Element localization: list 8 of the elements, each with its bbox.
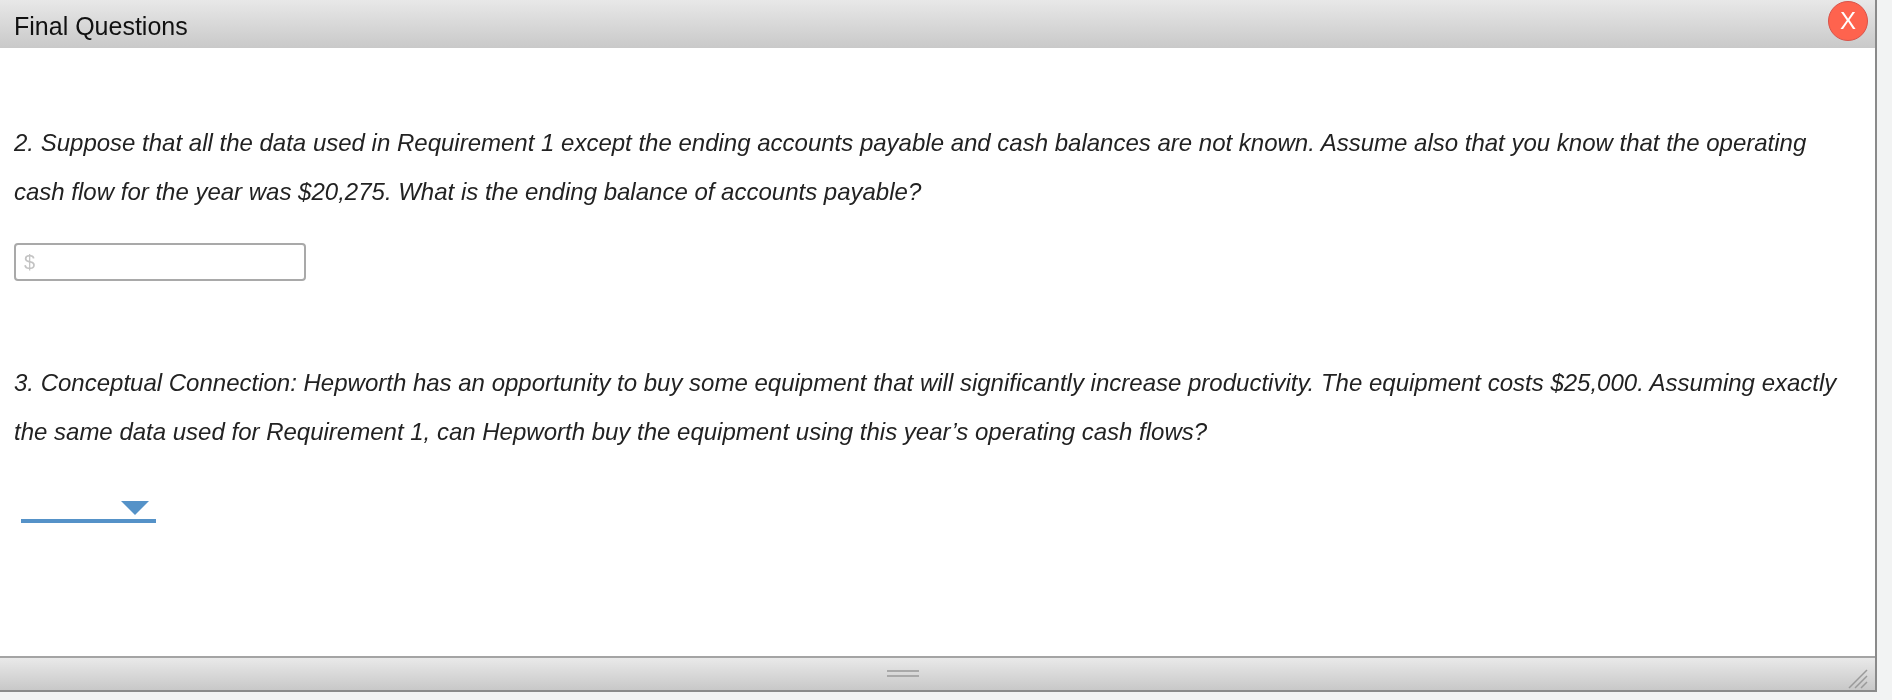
question-text: 3. Conceptual Connection: Hepworth has an opportunity to buy some equipment that will significantly increase productivity. The equipment costs $25,000. Assuming exactly the same data used for Requirement 1, can Hepworth buy the equipment using this year’s operating cash flows? (14, 368, 1839, 447)
grip-icon[interactable] (887, 670, 919, 678)
close-button[interactable]: X (1828, 1, 1868, 41)
question-text: 2. Suppose that all the data used in Requirement 1 except the ending accounts payable and cash balances are not known. Assume also that you know that the operating cash flow for the year was $20,275. What is the ending balance of accounts payable? (14, 128, 1808, 207)
answer-input[interactable]: $ (14, 243, 306, 281)
window-title: Final Questions (14, 12, 188, 40)
resize-handle-icon[interactable] (1848, 669, 1868, 689)
caret-icon (121, 501, 149, 515)
